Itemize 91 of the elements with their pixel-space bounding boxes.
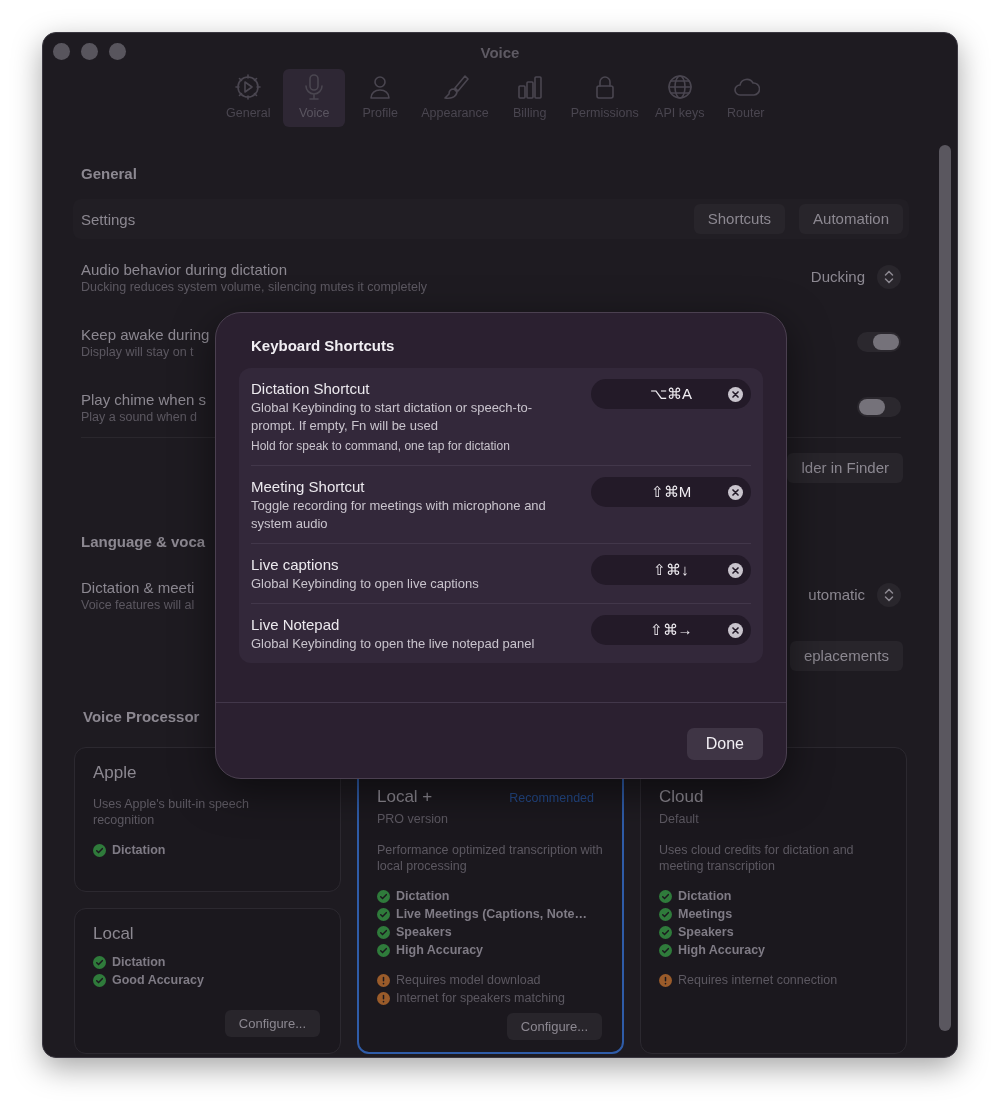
processor-card[interactable]: Apple Uses Apple's built-in speech recognition Dictation — [74, 747, 341, 892]
feature-label: Internet for speakers matching — [396, 990, 565, 1007]
recommended-label: Recommended — [509, 790, 594, 807]
dropdown[interactable]: utomatic — [808, 583, 901, 607]
warning-icon — [377, 991, 390, 1005]
card-description: Uses cloud credits for dictation and meeting transcription — [659, 842, 855, 874]
feature-label: Dictation — [112, 842, 166, 859]
check-icon — [377, 907, 390, 921]
warning-icon — [659, 973, 672, 987]
section-heading: Language & voca — [80, 532, 206, 552]
shortcut-title: Dictation Shortcut — [251, 379, 371, 399]
clear-icon[interactable] — [728, 623, 743, 638]
processor-card[interactable]: Local Dictation Good Accuracy Configure... — [74, 908, 341, 1054]
scrollbar[interactable] — [939, 145, 951, 1031]
check-icon — [659, 943, 672, 957]
card-title: Local — [93, 923, 134, 945]
shortcut-field[interactable]: ⇧⌘↓ — [591, 555, 751, 585]
shortcut-description: Global Keybinding to open the live notepad panel — [251, 635, 536, 653]
feature-label: Dictation — [396, 888, 450, 905]
check-icon — [659, 889, 672, 903]
clear-icon[interactable] — [728, 485, 743, 500]
feature-label: Dictation — [112, 954, 166, 971]
setting-description: Voice features will al — [81, 596, 195, 613]
globe-icon — [665, 73, 694, 101]
setting-title: Dictation & meeti — [81, 577, 195, 597]
chevron-icon — [877, 265, 901, 289]
configure-button[interactable]: Configure... — [506, 1012, 602, 1040]
card-title: Local + — [377, 786, 433, 808]
settings-label: Settings — [81, 209, 137, 229]
feature-label: Speakers — [678, 924, 734, 941]
setting-description: Ducking reduces system volume, silencing mutes it completely — [81, 278, 427, 295]
shortcut-description: Toggle recording for meetings with microphone and system audio — [251, 497, 547, 533]
check-icon — [659, 907, 672, 921]
setting-description: Display will stay on t — [81, 343, 195, 360]
action-button[interactable]: eplacements — [789, 641, 903, 671]
card-title: Apple — [93, 762, 137, 784]
feature-label: Dictation — [678, 888, 732, 905]
feature-label: Requires internet connection — [678, 972, 838, 989]
setting-title: Keep awake during — [81, 324, 210, 344]
gear-icon — [234, 73, 263, 101]
shortcut-title: Meeting Shortcut — [251, 477, 366, 497]
feature-label: Live Meetings (Captions, Note… — [396, 906, 587, 923]
check-icon — [377, 889, 390, 903]
settings-button[interactable]: Shortcuts — [693, 204, 786, 234]
settings-button[interactable]: Automation — [799, 204, 903, 234]
clear-icon[interactable] — [728, 563, 743, 578]
card-subtitle: PRO version — [377, 811, 449, 827]
window-control[interactable] — [109, 43, 126, 60]
setting-title: Audio behavior during dictation — [81, 259, 288, 279]
card-description: Performance optimized transcription with local processing — [377, 842, 604, 874]
check-icon — [93, 843, 106, 857]
section-heading: Voice Processor — [82, 707, 200, 727]
check-icon — [377, 925, 390, 939]
dialog-title: Keyboard Shortcuts — [250, 336, 396, 356]
window-title: Voice — [480, 44, 520, 61]
shortcut-title: Live captions — [251, 555, 340, 575]
shortcut-description: Global Keybinding to start dictation or speech-to-prompt. If empty, Fn will be used — [251, 399, 534, 435]
dropdown[interactable]: Ducking — [810, 265, 901, 289]
card-description: Uses Apple's built-in speech recognition — [93, 796, 250, 828]
feature-label: High Accuracy — [396, 942, 484, 959]
chevron-icon — [877, 583, 901, 607]
section-heading: General — [80, 164, 137, 184]
done-button[interactable]: Done — [686, 728, 763, 760]
check-icon — [93, 955, 106, 969]
action-button[interactable]: lder in Finder — [787, 453, 903, 483]
shortcut-title: Live Notepad — [251, 615, 341, 635]
shortcut-hint: Hold for speak to command, one tap for dictation — [251, 438, 511, 455]
toggle-switch[interactable] — [857, 397, 901, 417]
warning-icon — [377, 973, 390, 987]
card-title: Cloud — [659, 786, 704, 808]
bar-chart-icon — [515, 73, 544, 101]
configure-button[interactable]: Configure... — [224, 1009, 320, 1037]
clear-icon[interactable] — [728, 387, 743, 402]
feature-label: Requires model download — [396, 972, 541, 989]
card-subtitle: Default — [659, 811, 700, 827]
setting-description: Play a sound when d — [81, 408, 199, 425]
toggle-switch[interactable] — [857, 332, 901, 352]
feature-label: Speakers — [396, 924, 452, 941]
feature-label: Good Accuracy — [112, 972, 204, 989]
shortcut-field[interactable]: ⇧⌘M — [591, 477, 751, 507]
window-control[interactable] — [53, 43, 70, 60]
feature-label: High Accuracy — [678, 942, 766, 959]
check-icon — [377, 943, 390, 957]
shortcut-description: Global Keybinding to open live captions — [251, 575, 480, 593]
feature-label: Meetings — [678, 906, 733, 923]
shortcut-field[interactable]: ⌥⌘A — [591, 379, 751, 409]
check-icon — [93, 973, 106, 987]
check-icon — [659, 925, 672, 939]
setting-title: Play chime when s — [81, 389, 207, 409]
window-control[interactable] — [81, 43, 98, 60]
shortcut-field[interactable]: ⇧⌘→ — [591, 615, 751, 645]
